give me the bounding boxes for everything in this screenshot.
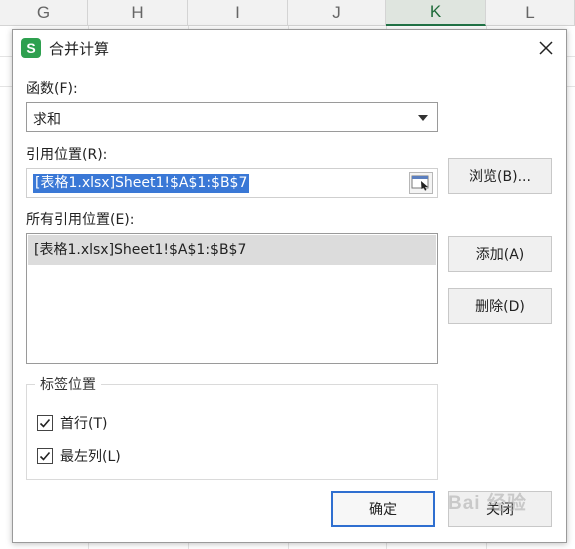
- checkmark-icon: [39, 451, 51, 461]
- function-select[interactable]: 求和: [26, 102, 438, 132]
- list-item[interactable]: [表格1.xlsx]Sheet1!$A$1:$B$7: [28, 235, 436, 265]
- left-column-label: 最左列(L): [60, 449, 121, 465]
- all-references-label: 所有引用位置(E):: [26, 212, 135, 228]
- left-column-checkbox[interactable]: [37, 448, 53, 464]
- function-label: 函数(F):: [26, 81, 78, 97]
- delete-button[interactable]: 删除(D): [448, 288, 552, 324]
- ok-button[interactable]: 确定: [331, 491, 435, 527]
- all-references-list[interactable]: [表格1.xlsx]Sheet1!$A$1:$B$7: [26, 233, 438, 364]
- column-header-i[interactable]: I: [188, 0, 288, 26]
- dialog-titlebar[interactable]: S 合并计算: [13, 30, 566, 66]
- range-picker-button[interactable]: [409, 172, 433, 194]
- close-x-button[interactable]: [532, 34, 560, 62]
- left-column-option[interactable]: 最左列(L): [37, 445, 121, 467]
- label-position-group: 标签位置 首行(T) 最左列(L): [26, 374, 438, 480]
- column-header-j[interactable]: J: [288, 0, 386, 26]
- reference-value: [表格1.xlsx]Sheet1!$A$1:$B$7: [33, 174, 250, 193]
- first-row-label: 首行(T): [60, 416, 108, 432]
- reference-input[interactable]: [表格1.xlsx]Sheet1!$A$1:$B$7: [26, 168, 438, 198]
- close-icon: [539, 41, 553, 55]
- first-row-checkbox[interactable]: [37, 415, 53, 431]
- column-header-l[interactable]: L: [486, 0, 575, 26]
- function-value: 求和: [33, 112, 61, 128]
- column-header-h[interactable]: H: [88, 0, 188, 26]
- label-position-title: 标签位置: [35, 374, 101, 394]
- checkmark-icon: [39, 418, 51, 428]
- first-row-option[interactable]: 首行(T): [37, 412, 107, 434]
- browse-button[interactable]: 浏览(B)...: [448, 158, 552, 194]
- reference-label: 引用位置(R):: [26, 147, 108, 163]
- column-header-k[interactable]: K: [386, 0, 486, 26]
- wps-app-icon: S: [21, 38, 41, 58]
- add-button[interactable]: 添加(A): [448, 236, 552, 272]
- column-header-g[interactable]: G: [0, 0, 88, 26]
- dropdown-arrow-icon: [418, 115, 428, 121]
- dialog-title: 合并计算: [49, 40, 110, 58]
- consolidate-dialog: S 合并计算 函数(F): 求和 引用位置(R): [表格1.xlsx]Shee…: [12, 29, 567, 543]
- range-select-icon: [411, 175, 429, 191]
- watermark: Bai 经验: [448, 493, 527, 514]
